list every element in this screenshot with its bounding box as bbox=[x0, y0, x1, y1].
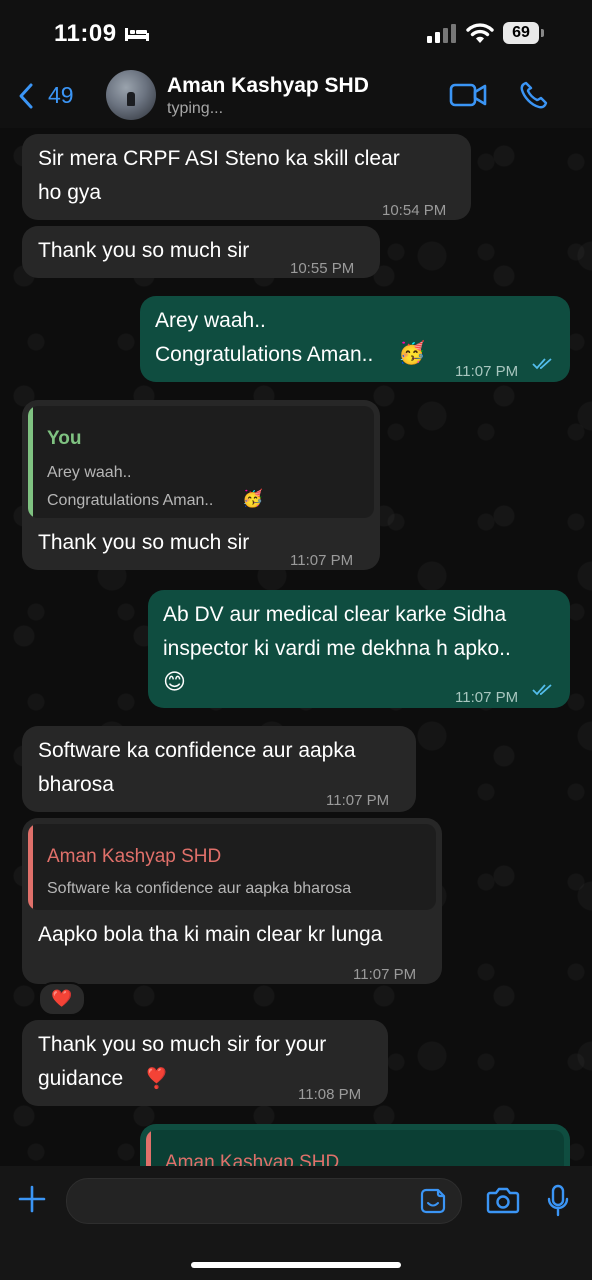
avatar-figure bbox=[127, 92, 135, 106]
bed-icon bbox=[125, 28, 149, 41]
home-indicator bbox=[191, 1262, 401, 1268]
video-call-icon[interactable] bbox=[449, 82, 487, 108]
message-text: bharosa bbox=[38, 773, 114, 796]
quote-text: Congratulations Aman.. bbox=[47, 492, 214, 509]
heart-exclamation-emoji: ❣️ bbox=[144, 1066, 169, 1090]
read-receipt-icon bbox=[532, 358, 552, 370]
message-text: Ab DV aur medical clear karke Sidha bbox=[163, 603, 507, 626]
message-text: Thank you so much sir bbox=[38, 239, 250, 262]
message-text: ho gya bbox=[38, 181, 102, 204]
message-time: 11:07 PM bbox=[290, 552, 354, 569]
message-time: 10:54 PM bbox=[382, 202, 447, 219]
battery-indicator: 69 bbox=[503, 22, 539, 44]
message-text: Arey waah.. bbox=[155, 309, 266, 332]
message-time: 11:07 PM bbox=[326, 792, 390, 809]
message-time: 11:07 PM bbox=[353, 966, 417, 983]
message-time: 11:07 PM bbox=[455, 363, 519, 380]
back-unread-count[interactable]: 49 bbox=[48, 82, 74, 109]
microphone-icon[interactable] bbox=[547, 1184, 569, 1218]
message-text: Sir mera CRPF ASI Steno ka skill clear bbox=[38, 147, 400, 170]
quoted-message[interactable]: Aman Kashyap SHD Software ka confidence … bbox=[28, 824, 436, 910]
message-input[interactable] bbox=[66, 1178, 462, 1224]
message-text: Thank you so much sir bbox=[38, 531, 250, 554]
message-bubble-outgoing[interactable]: Ab DV aur medical clear karke Sidha insp… bbox=[148, 590, 570, 708]
message-bubble-incoming[interactable]: Software ka confidence aur aapka bharosa… bbox=[22, 726, 416, 812]
contact-name[interactable]: Aman Kashyap SHD bbox=[167, 74, 369, 98]
message-text: Congratulations Aman.. bbox=[155, 343, 374, 366]
quoted-message[interactable]: You Arey waah.. Congratulations Aman.. 🥳 bbox=[28, 406, 374, 518]
message-time: 10:55 PM bbox=[290, 260, 355, 277]
contact-status: typing... bbox=[167, 100, 224, 117]
message-time: 11:08 PM bbox=[298, 1086, 362, 1103]
status-time: 11:09 bbox=[54, 20, 117, 47]
plus-icon[interactable] bbox=[18, 1185, 46, 1213]
message-text: inspector ki vardi me dekhna h apko.. bbox=[163, 637, 511, 660]
message-bubble-incoming[interactable]: Thank you so much sir for your guidance … bbox=[22, 1020, 388, 1106]
message-text: guidance bbox=[38, 1067, 124, 1090]
message-time: 11:07 PM bbox=[455, 689, 519, 706]
quote-author: Aman Kashyap SHD bbox=[47, 846, 222, 867]
smiling-face-emoji: 😊 bbox=[163, 670, 186, 695]
wifi-icon bbox=[466, 23, 494, 43]
party-face-emoji: 🥳 bbox=[398, 341, 426, 366]
heart-reaction[interactable]: ❤️ bbox=[38, 982, 86, 1016]
party-face-emoji: 🥳 bbox=[242, 489, 264, 509]
message-bubble-outgoing[interactable]: Arey waah.. Congratulations Aman.. 🥳 11:… bbox=[140, 296, 570, 382]
message-bubble-incoming[interactable]: Sir mera CRPF ASI Steno ka skill clear h… bbox=[22, 134, 471, 220]
battery-tip bbox=[541, 29, 544, 37]
contact-avatar[interactable] bbox=[106, 70, 156, 120]
message-text: Software ka confidence aur aapka bbox=[38, 739, 356, 762]
message-text: Thank you so much sir for your bbox=[38, 1033, 327, 1056]
camera-icon[interactable] bbox=[486, 1186, 520, 1214]
message-bubble-incoming[interactable]: Thank you so much sir 10:55 PM bbox=[22, 226, 380, 278]
phone-call-icon[interactable] bbox=[519, 80, 549, 110]
message-text: Aapko bola tha ki main clear kr lunga bbox=[38, 923, 383, 946]
cellular-signal-icon bbox=[427, 24, 456, 43]
quote-accent-bar bbox=[28, 406, 33, 518]
message-bubble-incoming[interactable]: Aman Kashyap SHD Software ka confidence … bbox=[22, 818, 442, 984]
quote-text: Software ka confidence aur aapka bharosa bbox=[47, 880, 352, 897]
read-receipt-icon bbox=[532, 684, 552, 696]
back-chevron-icon[interactable] bbox=[16, 82, 36, 110]
quote-author: You bbox=[47, 428, 82, 449]
sticker-icon[interactable] bbox=[420, 1188, 446, 1214]
message-bubble-incoming[interactable]: You Arey waah.. Congratulations Aman.. 🥳… bbox=[22, 400, 380, 570]
quote-accent-bar bbox=[28, 824, 33, 910]
